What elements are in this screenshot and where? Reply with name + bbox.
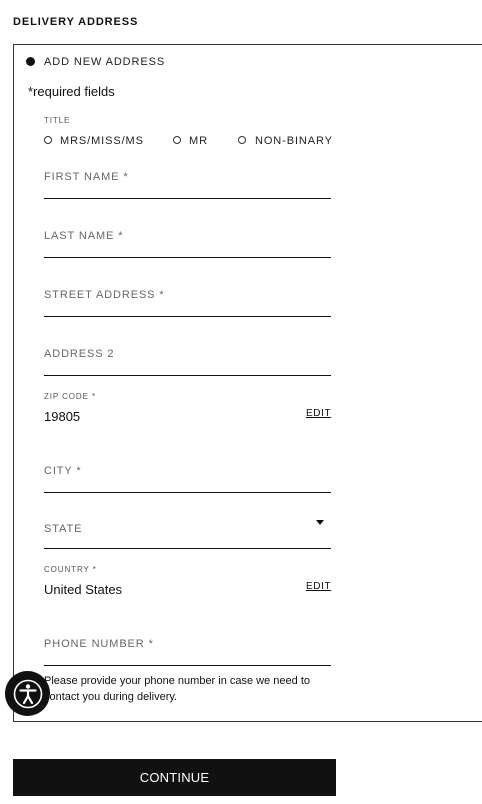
section-title: DELIVERY ADDRESS (13, 16, 139, 28)
zip-code-label: ZIP CODE * (44, 392, 96, 401)
radio-selected-icon[interactable] (26, 57, 35, 66)
required-fields-note: *required fields (28, 84, 115, 99)
state-underline (44, 548, 331, 549)
city-underline (44, 492, 331, 493)
chevron-down-icon[interactable] (316, 520, 324, 525)
zip-code-value: 19805 (44, 409, 81, 424)
edit-country-link[interactable]: EDIT (306, 581, 331, 592)
title-option-mr[interactable]: MR (189, 135, 208, 147)
radio-icon[interactable] (44, 136, 52, 144)
accessibility-icon (13, 679, 42, 708)
accessibility-button[interactable] (5, 671, 50, 716)
last-name-input[interactable]: LAST NAME * (44, 230, 123, 242)
title-option-nonbinary[interactable]: NON-BINARY (255, 135, 333, 147)
street-address-input[interactable]: STREET ADDRESS * (44, 289, 165, 301)
address2-underline (44, 375, 331, 376)
city-input[interactable]: CITY * (44, 465, 82, 477)
country-label: COUNTRY * (44, 565, 97, 574)
phone-help-text: Please provide your phone number in case… (44, 675, 311, 703)
title-label: TITLE (44, 116, 71, 125)
edit-zip-link[interactable]: EDIT (306, 408, 331, 419)
continue-button[interactable]: CONTINUE (13, 759, 336, 796)
last-name-underline (44, 257, 331, 258)
title-option-mrs[interactable]: MRS/MISS/MS (60, 135, 144, 147)
add-new-address-label[interactable]: ADD NEW ADDRESS (44, 56, 165, 68)
phone-input[interactable]: PHONE NUMBER * (44, 638, 154, 650)
radio-icon[interactable] (238, 136, 246, 144)
first-name-underline (44, 198, 331, 199)
first-name-input[interactable]: FIRST NAME * (44, 171, 129, 183)
street-address-underline (44, 316, 331, 317)
address2-input[interactable]: ADDRESS 2 (44, 348, 114, 360)
country-value: United States (44, 582, 123, 597)
phone-underline (44, 665, 331, 666)
radio-icon[interactable] (173, 136, 181, 144)
state-select[interactable]: STATE (44, 523, 82, 535)
